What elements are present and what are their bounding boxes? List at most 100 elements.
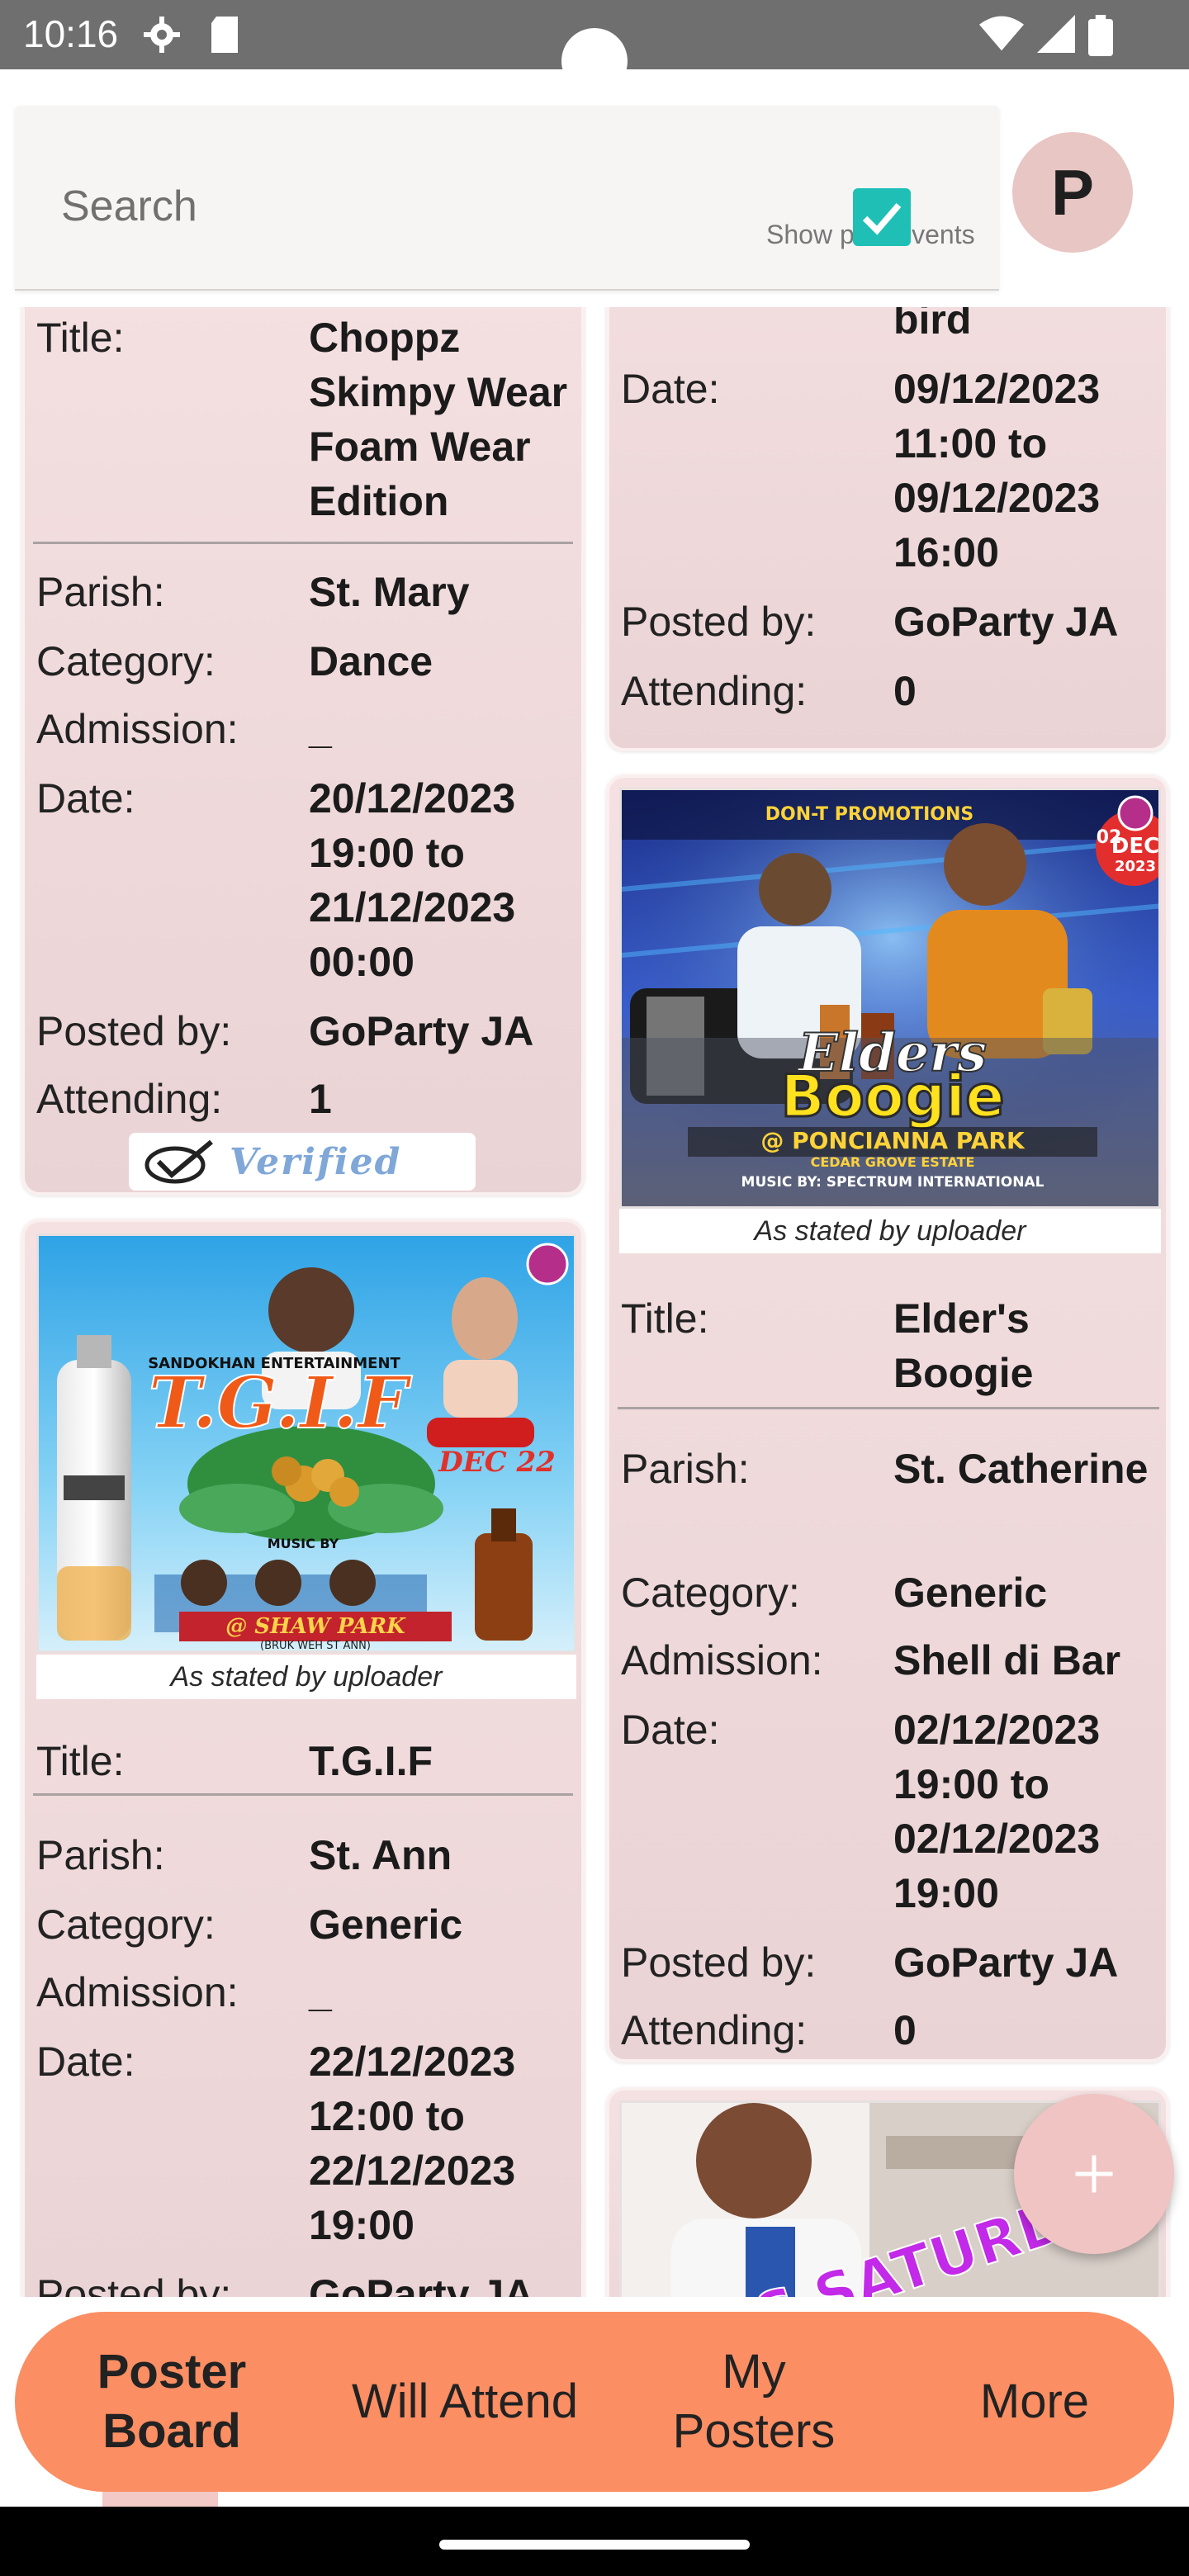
title-divider: [33, 542, 573, 544]
category-label: Category:: [36, 638, 216, 684]
show-past-events-checkbox[interactable]: [853, 188, 911, 246]
poster-caption: As stated by uploader: [36, 1655, 576, 1699]
category-row: Category: Generic: [621, 1565, 1166, 1620]
event-admission: _: [309, 706, 332, 752]
title-label: Title:: [36, 315, 125, 361]
event-card-elders-boogie[interactable]: DON-T PROMOTIONS 02 DEC 2023 Elders Boog…: [606, 774, 1169, 2062]
nav-more[interactable]: More: [898, 2312, 1171, 2492]
home-gesture-handle[interactable]: [439, 2540, 750, 2550]
tgif-poster-venue-sub: (BRUK WEH ST ANN): [260, 1640, 371, 1652]
poster-image-tgif[interactable]: @ SHAW PARK (BRUK WEH ST ANN) SANDOKHAN …: [36, 1234, 576, 1653]
status-time: 10:16: [23, 12, 119, 55]
title-label: Title:: [36, 1738, 125, 1784]
settings-gear-icon: [144, 17, 180, 53]
wifi-icon: [979, 16, 1024, 51]
sd-card-icon: [211, 17, 238, 53]
event-title: Choppz Skimpy Wear Foam Wear Edition: [309, 315, 568, 524]
date-row: Date: 22/12/2023 12:00 to 22/12/2023 19:…: [36, 2034, 581, 2252]
attending-label: Attending:: [621, 668, 808, 714]
elders-boogie-poster-art: DON-T PROMOTIONS 02 DEC 2023 Elders Boog…: [622, 790, 1158, 1206]
elders-boogie-poster-music: MUSIC BY: SPECTRUM INTERNATIONAL: [741, 1174, 1045, 1191]
posted-by-row: Posted by: GoParty JA: [36, 2267, 581, 2297]
title-divider: [618, 1407, 1159, 1409]
admission-label: Admission:: [36, 706, 239, 752]
date-label: Date:: [36, 2039, 135, 2085]
elders-boogie-poster-promoter: DON-T PROMOTIONS: [765, 804, 973, 825]
elders-boogie-poster-venue: @ PONCIANNA PARK: [760, 1127, 1026, 1154]
date-row: Date: 02/12/2023 19:00 to 02/12/2023 19:…: [621, 1702, 1166, 1920]
event-title: bird: [893, 307, 972, 343]
parish-row: Parish: St. Catherine: [621, 1442, 1166, 1551]
tgif-poster-art: @ SHAW PARK (BRUK WEH ST ANN) SANDOKHAN …: [39, 1236, 574, 1652]
active-tab-indicator: [102, 2492, 218, 2507]
event-admission: _: [309, 1969, 332, 2015]
elders-boogie-poster-venue-sub: CEDAR GROVE ESTATE: [811, 1154, 975, 1170]
event-date: 02/12/2023 19:00 to 02/12/2023 19:00: [893, 1707, 1101, 1916]
profile-avatar[interactable]: P: [1012, 132, 1133, 253]
event-parish: St. Catherine: [893, 1446, 1149, 1492]
event-card-bird[interactable]: bird Date: 09/12/2023 11:00 to 09/12/202…: [606, 307, 1169, 751]
posted-by-label: Posted by:: [36, 2271, 232, 2297]
nav-label: Poster Board: [97, 2345, 247, 2458]
poster-feed[interactable]: Title: Choppz Skimpy Wear Foam Wear Edit…: [0, 307, 1189, 2297]
posted-by-row: Posted by: GoParty JA: [36, 1004, 581, 1058]
event-attending: 1: [309, 1076, 332, 1122]
parish-row: Parish: St. Mary: [36, 565, 581, 619]
event-attending: 0: [893, 2007, 917, 2053]
event-category: Generic: [309, 1901, 463, 1948]
attending-row: Attending: 0: [621, 2003, 1166, 2057]
event-category: Dance: [309, 638, 433, 684]
attending-label: Attending:: [36, 1076, 223, 1122]
date-label: Date:: [36, 775, 135, 822]
posted-by-row: Posted by: GoParty JA: [621, 1935, 1166, 1990]
title-divider: [33, 1793, 573, 1796]
event-card-choppz[interactable]: Title: Choppz Skimpy Wear Foam Wear Edit…: [21, 307, 585, 1196]
title-label: Title:: [621, 1295, 709, 1342]
event-posted-by: GoParty JA: [893, 1939, 1119, 1986]
nav-label: My Posters: [672, 2345, 836, 2458]
search-input[interactable]: [61, 172, 804, 241]
date-row: Date: 20/12/2023 19:00 to 21/12/2023 00:…: [36, 771, 581, 989]
title-row: Title: T.G.I.F: [36, 1734, 581, 1788]
parish-label: Parish:: [36, 569, 165, 615]
tgif-poster-headline: T.G.I.F: [149, 1361, 413, 1445]
posted-by-label: Posted by:: [621, 1939, 817, 1986]
nav-my-posters[interactable]: My Posters: [618, 2312, 890, 2492]
verified-label: Verified: [230, 1140, 402, 1183]
event-posted-by: GoParty JA: [309, 1008, 534, 1054]
posted-by-label: Posted by:: [36, 1008, 232, 1054]
tgif-poster-date: DEC 22: [438, 1446, 556, 1479]
attending-label: Attending:: [621, 2007, 808, 2053]
event-title: Elder's Boogie: [893, 1295, 1034, 1396]
nav-poster-board[interactable]: Poster Board: [48, 2312, 296, 2492]
date-label: Date:: [621, 366, 720, 412]
date-row: Date: 09/12/2023 11:00 to 09/12/2023 16:…: [621, 362, 1166, 580]
event-category: Generic: [893, 1570, 1048, 1616]
signal-icon: [1037, 15, 1075, 53]
event-card-tgif[interactable]: @ SHAW PARK (BRUK WEH ST ANN) SANDOKHAN …: [21, 1219, 585, 2297]
admission-row: Admission: _: [36, 702, 581, 756]
poster-image-elders-boogie[interactable]: DON-T PROMOTIONS 02 DEC 2023 Elders Boog…: [619, 788, 1161, 1209]
tgif-poster-venue: @ SHAW PARK: [225, 1614, 406, 1639]
avatar-initial: P: [1050, 155, 1095, 229]
event-posted-by: GoParty JA: [893, 599, 1119, 645]
attending-row: Attending: 1: [36, 1072, 581, 1126]
title-tail-row: bird: [621, 307, 1166, 347]
category-label: Category:: [621, 1570, 800, 1616]
event-date: 22/12/2023 12:00 to 22/12/2023 19:00: [309, 2039, 516, 2248]
category-row: Category: Dance: [36, 634, 581, 689]
nav-label: More: [979, 2375, 1090, 2428]
admission-label: Admission:: [36, 1969, 239, 2015]
attending-row: Attending: 0: [621, 664, 1166, 718]
add-poster-button[interactable]: [1014, 2094, 1174, 2254]
admission-label: Admission:: [621, 1637, 823, 1683]
parish-row: Parish: St. Ann: [36, 1828, 581, 1882]
event-attending: 0: [893, 668, 917, 714]
event-title: T.G.I.F: [309, 1738, 433, 1784]
nav-will-attend[interactable]: Will Attend: [312, 2312, 618, 2492]
event-parish: St. Ann: [309, 1832, 452, 1878]
bottom-nav: Poster Board Will Attend My Posters More: [15, 2312, 1174, 2492]
event-posted-by: GoParty JA: [309, 2271, 534, 2297]
event-date: 20/12/2023 19:00 to 21/12/2023 00:00: [309, 775, 516, 985]
posted-by-row: Posted by: GoParty JA: [621, 594, 1166, 649]
